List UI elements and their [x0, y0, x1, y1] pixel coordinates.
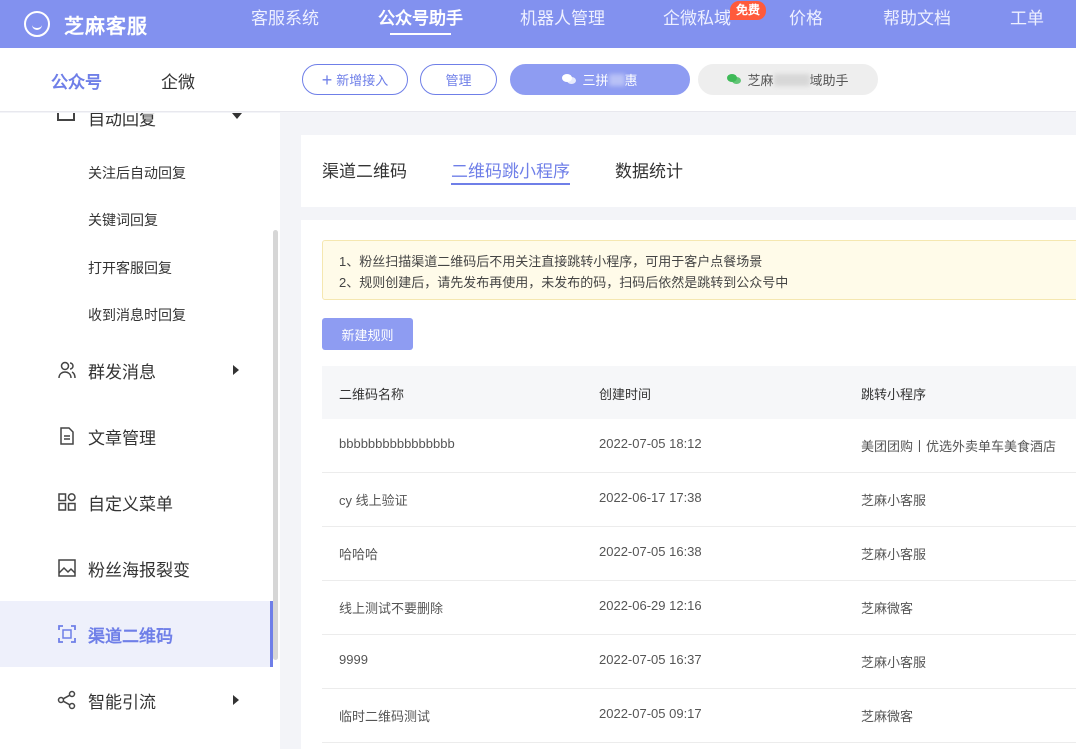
blurred-text	[608, 73, 625, 86]
created-time: 2022-07-05 16:38	[599, 544, 702, 559]
account-bar: 公众号 企微 + 新增接入 管理 三拼 惠 芝麻 域助手	[0, 48, 1076, 112]
miniprogram-name: 美团团购丨优选外卖单车美食酒店	[861, 439, 1057, 454]
active-underline	[390, 33, 451, 35]
column-header-miniprogram: 跳转小程序	[861, 387, 927, 402]
miniprogram-name: 芝麻微客	[861, 709, 914, 724]
manage-button[interactable]: 管理	[420, 64, 497, 95]
qrcode-name: bbbbbbbbbbbbbbbb	[339, 436, 455, 451]
sidebar-item-fan-poster[interactable]: 粉丝海报裂变	[0, 535, 273, 601]
sidebar-sub-keyword-reply[interactable]: 关键词回复	[88, 210, 158, 230]
sidebar-sub-open-kf-reply[interactable]: 打开客服回复	[88, 258, 172, 278]
sidebar-sub-message-reply[interactable]: 收到消息时回复	[88, 305, 186, 325]
tab-wecom[interactable]: 企微	[161, 68, 195, 93]
sidebar-item-label: 智能引流	[88, 692, 156, 712]
sidebar-item-label: 渠道二维码	[88, 626, 173, 646]
sidebar-item-smart-traffic[interactable]: 智能引流	[0, 667, 273, 733]
tab-channel-qrcode[interactable]: 渠道二维码	[322, 157, 407, 182]
sidebar-item-label: 粉丝海报裂变	[88, 560, 190, 580]
created-time: 2022-07-05 18:12	[599, 436, 702, 451]
topnav-ticket[interactable]: 工单	[1010, 0, 1044, 48]
tab-official-account[interactable]: 公众号	[51, 68, 102, 93]
qrcode-name: 临时二维码测试	[339, 709, 431, 724]
topnav-kefu[interactable]: 客服系统	[251, 0, 319, 48]
wechat-icon	[562, 74, 577, 85]
notice-banner: 1、粉丝扫描渠道二维码后不用关注直接跳转小程序，可用于客户点餐场景 2、规则创建…	[322, 240, 1076, 300]
account-name-suffix: 惠	[624, 73, 638, 88]
sidebar-item-channel-qrcode[interactable]: 渠道二维码	[0, 601, 273, 667]
account-name: 三拼	[582, 73, 609, 88]
scan-icon	[58, 625, 76, 643]
topnav-gzh[interactable]: 公众号助手	[378, 0, 463, 48]
table-row[interactable]: 线上测试不要删除 2022-06-29 12:16 芝麻微客	[322, 581, 1076, 635]
content-tabs: 渠道二维码 二维码跳小程序 数据统计	[301, 135, 1076, 207]
topnav-wecom[interactable]: 企微私域	[663, 0, 731, 48]
account-pill[interactable]: 芝麻 域助手	[698, 64, 878, 95]
qrcode-name: cy 线上验证	[339, 493, 408, 508]
table-header: 二维码名称 创建时间 跳转小程序	[322, 366, 1076, 419]
created-time: 2022-07-05 09:17	[599, 706, 702, 721]
topnav-docs[interactable]: 帮助文档	[883, 0, 951, 48]
share-icon	[57, 690, 76, 710]
sidebar-item-mass-message[interactable]: 群发消息	[0, 337, 273, 403]
brand[interactable]: 芝麻客服	[24, 7, 148, 41]
sidebar-scrollbar[interactable]	[273, 230, 278, 660]
users-icon	[58, 361, 76, 379]
table-row[interactable]: bbbbbbbbbbbbbbbb 2022-07-05 18:12 美团团购丨优…	[322, 419, 1076, 473]
qrcode-name: 线上测试不要删除	[339, 601, 444, 616]
account-pill-active[interactable]: 三拼 惠	[510, 64, 690, 95]
top-bar: 芝麻客服 客服系统 公众号助手 机器人管理 企微私域 免费 价格 帮助文档 工单	[0, 0, 1076, 48]
grid-icon	[58, 493, 76, 511]
image-icon	[58, 559, 76, 577]
sidebar-group-auto-reply[interactable]: 自动回复	[88, 113, 156, 130]
qrcode-name: 9999	[339, 652, 368, 667]
caret-down-icon	[232, 113, 242, 119]
notice-line: 2、规则创建后，请先发布再使用，未发布的码，扫码后依然是跳转到公众号中	[339, 275, 789, 290]
wechat-icon	[727, 74, 742, 85]
tab-label: 二维码跳小程序	[451, 162, 570, 181]
topnav-gzh-label: 公众号助手	[378, 9, 463, 28]
caret-right-icon	[233, 365, 239, 375]
table-row[interactable]: 临时二维码测试 2022-07-05 09:17 芝麻微客	[322, 689, 1076, 743]
account-name-suffix: 域助手	[809, 73, 849, 88]
blurred-text	[773, 73, 810, 86]
miniprogram-name: 芝麻小客服	[861, 547, 927, 562]
table-row[interactable]: 9999 2022-07-05 16:37 芝麻小客服	[322, 635, 1076, 689]
add-account-label: 新增接入	[336, 73, 389, 88]
brand-name: 芝麻客服	[64, 15, 148, 38]
qrcode-name: 哈哈哈	[339, 547, 379, 562]
new-rule-button[interactable]: 新建规则	[322, 318, 413, 350]
miniprogram-name: 芝麻小客服	[861, 493, 927, 508]
sidebar-item-label: 自定义菜单	[88, 494, 173, 514]
main-content: 1、粉丝扫描渠道二维码后不用关注直接跳转小程序，可用于客户点餐场景 2、规则创建…	[301, 220, 1076, 749]
created-time: 2022-06-29 12:16	[599, 598, 702, 613]
miniprogram-name: 芝麻微客	[861, 601, 914, 616]
table-row[interactable]: 哈哈哈 2022-07-05 16:38 芝麻小客服	[322, 527, 1076, 581]
tab-qrcode-miniprogram[interactable]: 二维码跳小程序	[451, 157, 570, 185]
active-tab-underline	[451, 183, 570, 185]
sidebar-sub-follow-reply[interactable]: 关注后自动回复	[88, 163, 186, 183]
plus-icon: +	[321, 69, 333, 90]
topnav-robot[interactable]: 机器人管理	[520, 0, 605, 48]
sidebar-item-label: 群发消息	[88, 362, 156, 382]
caret-right-icon	[233, 695, 239, 705]
column-header-name: 二维码名称	[339, 387, 405, 402]
table-row[interactable]: cy 线上验证 2022-06-17 17:38 芝麻小客服	[322, 473, 1076, 527]
notice-line: 1、粉丝扫描渠道二维码后不用关注直接跳转小程序，可用于客户点餐场景	[339, 254, 763, 269]
account-name: 芝麻	[747, 73, 774, 88]
tab-statistics[interactable]: 数据统计	[615, 157, 683, 182]
add-account-button[interactable]: + 新增接入	[302, 64, 408, 95]
sidebar-item-articles[interactable]: 文章管理	[0, 403, 273, 469]
miniprogram-name: 芝麻小客服	[861, 655, 927, 670]
free-badge: 免费	[730, 1, 767, 20]
logo-icon	[24, 11, 50, 37]
column-header-created: 创建时间	[599, 387, 652, 402]
document-icon	[60, 427, 74, 445]
chat-icon	[57, 113, 75, 121]
sidebar: 自动回复 关注后自动回复 关键词回复 打开客服回复 收到消息时回复 群发消息 文…	[0, 113, 280, 749]
sidebar-item-custom-menu[interactable]: 自定义菜单	[0, 469, 273, 535]
topnav-price[interactable]: 价格	[789, 0, 823, 48]
sidebar-item-label: 文章管理	[88, 428, 156, 448]
created-time: 2022-07-05 16:37	[599, 652, 702, 667]
created-time: 2022-06-17 17:38	[599, 490, 702, 505]
